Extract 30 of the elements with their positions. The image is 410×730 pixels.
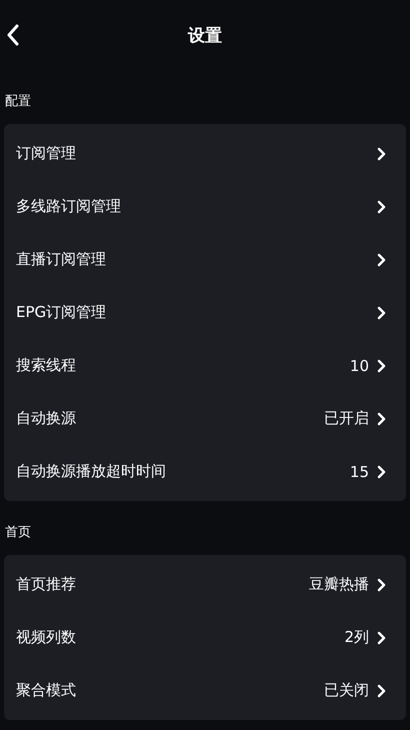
- settings-row[interactable]: 自动换源播放超时时间 15: [4, 445, 406, 498]
- setting-value: 豆瓣热播: [309, 575, 369, 594]
- setting-value: 已开启: [324, 409, 369, 428]
- page-title: 设置: [188, 24, 222, 46]
- settings-row[interactable]: 直播订阅管理: [4, 233, 406, 286]
- settings-row[interactable]: 订阅管理: [4, 127, 406, 180]
- chevron-right-icon: [377, 684, 386, 698]
- chevron-right-icon: [377, 412, 386, 426]
- setting-value: 2列: [344, 628, 369, 647]
- settings-row[interactable]: 首页推荐 豆瓣热播: [4, 558, 406, 611]
- back-icon[interactable]: [6, 24, 20, 46]
- chevron-right-icon: [377, 358, 386, 372]
- chevron-right-icon: [377, 146, 386, 160]
- settings-row[interactable]: 搜索线程 10: [4, 339, 406, 392]
- settings-row[interactable]: 聚合模式 已关闭: [4, 664, 406, 717]
- chevron-right-icon: [377, 630, 386, 644]
- chevron-right-icon: [377, 200, 386, 214]
- settings-row[interactable]: 自动换源 已开启: [4, 392, 406, 445]
- chevron-right-icon: [377, 578, 386, 592]
- settings-row[interactable]: 视频列数 2列: [4, 611, 406, 664]
- chevron-right-icon: [377, 306, 386, 320]
- section-title: 配置: [4, 93, 32, 111]
- setting-value: 已关闭: [324, 681, 369, 700]
- chevron-right-icon: [377, 252, 386, 266]
- section-title: 首页: [4, 524, 32, 542]
- setting-value: 10: [350, 356, 369, 374]
- setting-value: 15: [350, 462, 369, 480]
- settings-row[interactable]: EPG订阅管理: [4, 286, 406, 339]
- settings-row[interactable]: 多线路订阅管理: [4, 180, 406, 233]
- chevron-right-icon: [377, 464, 386, 478]
